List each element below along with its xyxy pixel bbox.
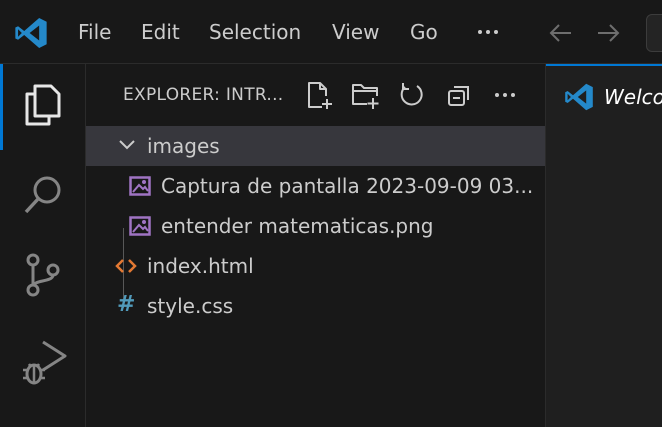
- image-file-icon: [129, 176, 151, 196]
- ellipsis-icon[interactable]: [490, 80, 520, 110]
- css-file-icon: #: [117, 292, 136, 317]
- activity-search[interactable]: [0, 154, 86, 234]
- command-center-search[interactable]: [646, 14, 662, 52]
- source-control-icon: [26, 253, 60, 297]
- activity-source-control[interactable]: [0, 234, 86, 314]
- vscode-logo-icon: [15, 18, 47, 48]
- editor-area: Welco: [546, 64, 662, 427]
- arrow-left-icon[interactable]: [548, 20, 574, 46]
- files-icon: [25, 84, 61, 126]
- chevron-down-icon[interactable]: [118, 138, 136, 152]
- ellipsis-icon[interactable]: [474, 18, 502, 46]
- menu-file[interactable]: File: [78, 18, 111, 46]
- sidebar-title: EXPLORER: INTR...: [123, 85, 284, 105]
- sidebar-header: EXPLORER: INTR...: [86, 64, 546, 126]
- tree-item-label: Captura de pantalla 2023-09-09 03...: [161, 174, 534, 198]
- arrow-right-icon[interactable]: [595, 20, 621, 46]
- title-bar: File Edit Selection View Go: [0, 0, 662, 64]
- activity-bar: [0, 64, 86, 427]
- tree-item-label: images: [147, 134, 220, 158]
- tree-file-captura[interactable]: Captura de pantalla 2023-09-09 03...: [86, 166, 545, 206]
- tab-bar: Welco: [546, 64, 662, 126]
- tree-item-label: entender matematicas.png: [161, 214, 434, 238]
- collapse-all-icon[interactable]: [444, 80, 474, 110]
- menu-edit[interactable]: Edit: [141, 18, 180, 46]
- active-indicator: [0, 64, 3, 150]
- vscode-logo-icon: [565, 83, 593, 111]
- run-debug-icon: [23, 340, 67, 385]
- tree-file-entender-matematicas[interactable]: entender matematicas.png: [86, 206, 545, 246]
- tree-file-index-html[interactable]: index.html: [86, 246, 545, 286]
- explorer-sidebar: EXPLORER: INTR... images Captura de pant…: [86, 64, 546, 427]
- tree-item-label: index.html: [147, 254, 254, 278]
- refresh-icon[interactable]: [397, 80, 427, 110]
- vscode-window: File Edit Selection View Go EXPLORER: IN…: [0, 0, 662, 427]
- html-file-icon: [115, 259, 137, 273]
- tree-file-style-css[interactable]: # style.css: [86, 286, 545, 326]
- activity-run-and-debug[interactable]: [0, 320, 86, 400]
- menu-view[interactable]: View: [332, 18, 379, 46]
- tree-item-label: style.css: [147, 294, 234, 318]
- search-icon: [24, 176, 61, 214]
- image-file-icon: [129, 216, 151, 236]
- tab-welcome[interactable]: Welco: [546, 64, 662, 126]
- new-file-icon[interactable]: [304, 80, 334, 110]
- menu-selection[interactable]: Selection: [209, 18, 301, 46]
- tab-label: Welco: [604, 85, 662, 109]
- menu-go[interactable]: Go: [410, 18, 438, 46]
- new-folder-icon[interactable]: [350, 80, 380, 110]
- activity-explorer[interactable]: [0, 64, 86, 150]
- tree-folder-images[interactable]: images: [86, 126, 545, 166]
